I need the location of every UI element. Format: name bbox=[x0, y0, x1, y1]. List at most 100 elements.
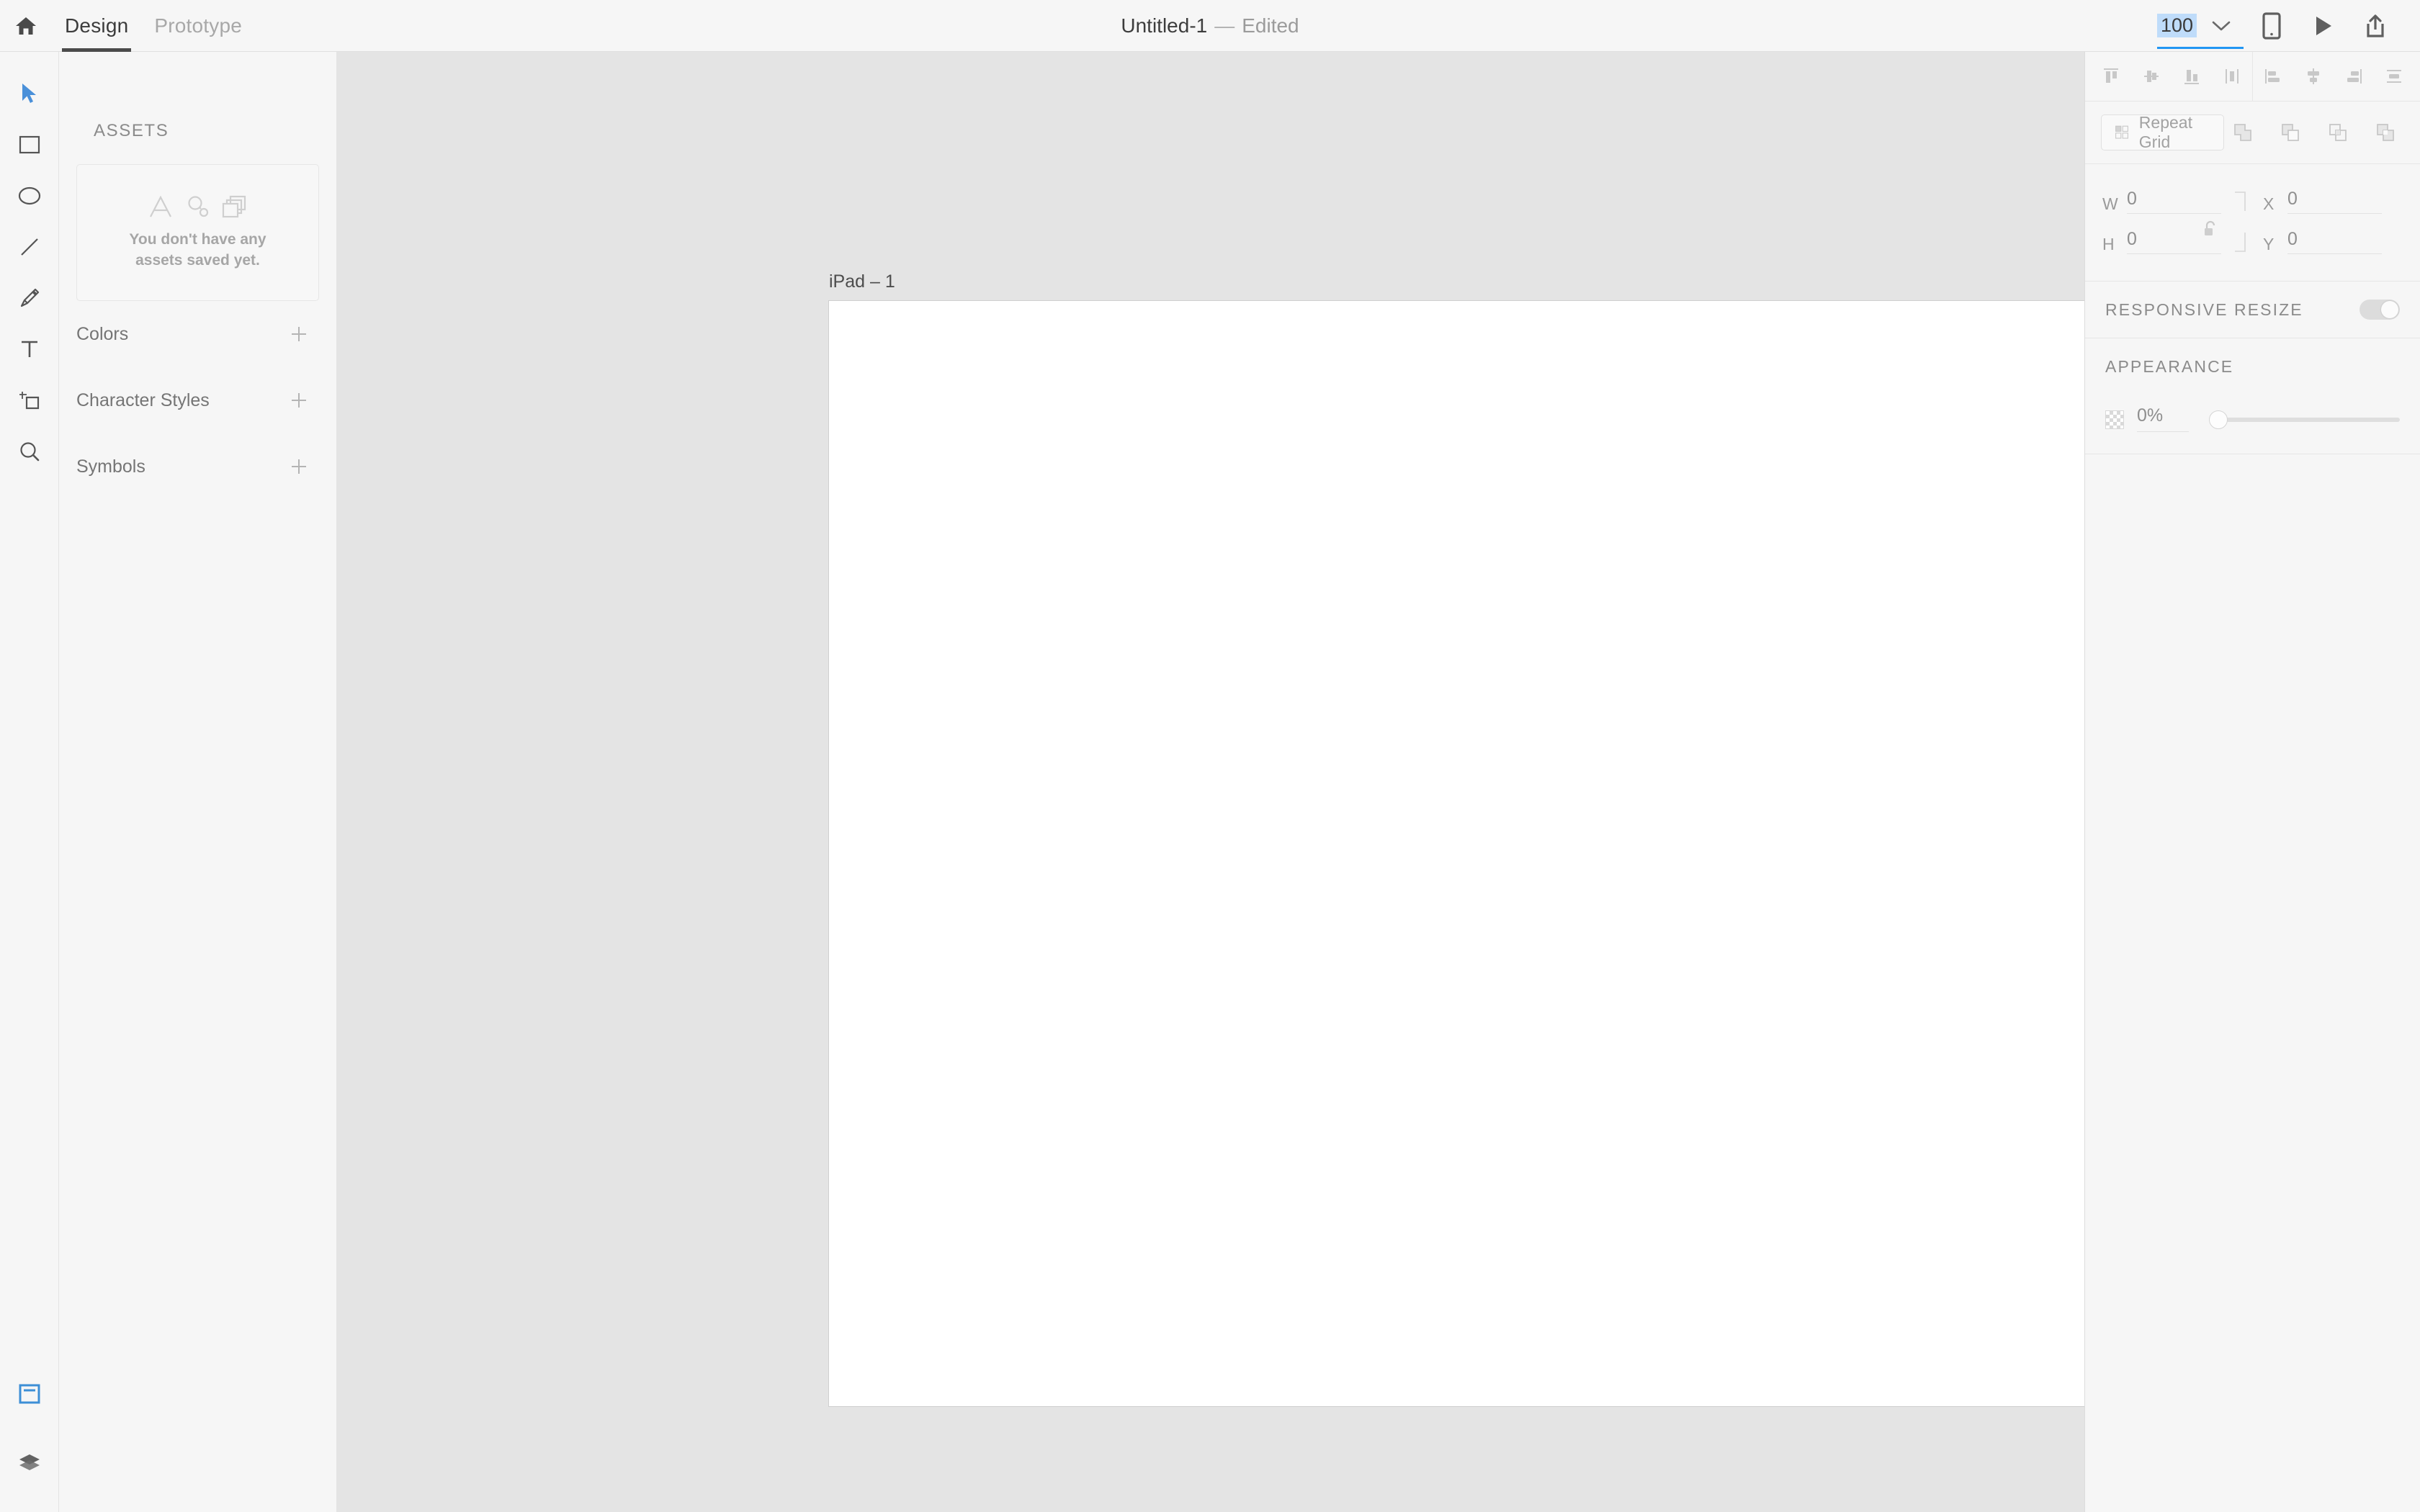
boolean-union-icon bbox=[2234, 124, 2251, 141]
add-character-style-button[interactable] bbox=[283, 384, 315, 416]
assets-empty-state: You don't have any assets saved yet. bbox=[76, 164, 319, 301]
align-left-button[interactable] bbox=[2254, 58, 2292, 95]
document-state: Edited bbox=[1242, 14, 1299, 37]
assets-section-character-styles[interactable]: Character Styles bbox=[76, 367, 319, 433]
share-icon bbox=[2367, 14, 2384, 37]
width-input[interactable]: 0 bbox=[2127, 189, 2221, 214]
appearance-section: APPEARANCE 0% bbox=[2085, 338, 2420, 454]
assets-empty-icons bbox=[147, 194, 249, 220]
layers-panel-toggle[interactable] bbox=[0, 1428, 59, 1496]
select-tool[interactable] bbox=[0, 68, 59, 119]
symbol-icon bbox=[222, 196, 246, 218]
device-preview-button[interactable] bbox=[2246, 0, 2298, 52]
boolean-exclude-button[interactable] bbox=[2367, 114, 2404, 151]
ellipse-tool[interactable] bbox=[0, 170, 59, 221]
boolean-intersect-button[interactable] bbox=[2319, 114, 2357, 151]
distribute-vertical-icon bbox=[2387, 70, 2401, 83]
assets-empty-text: You don't have any assets saved yet. bbox=[129, 230, 266, 271]
align-center-button[interactable] bbox=[2295, 58, 2332, 95]
repeat-grid-button[interactable]: Repeat Grid bbox=[2101, 113, 2224, 151]
boolean-subtract-button[interactable] bbox=[2272, 114, 2309, 151]
align-left-icon bbox=[2265, 69, 2280, 84]
align-bottom-button[interactable] bbox=[2173, 58, 2210, 95]
align-right-icon bbox=[2347, 69, 2362, 84]
add-symbol-button[interactable] bbox=[283, 451, 315, 482]
dimensions-section: W 0 X 0 H 0 Y 0 bbox=[2085, 164, 2420, 282]
mode-tabs: Design Prototype bbox=[52, 0, 255, 52]
repeat-grid-section: Repeat Grid bbox=[2085, 102, 2420, 164]
pen-tool[interactable] bbox=[0, 272, 59, 323]
aspect-ratio-lock-button[interactable] bbox=[2202, 220, 2218, 243]
opacity-slider-handle[interactable] bbox=[2209, 410, 2228, 429]
chevron-down-icon bbox=[2212, 21, 2231, 30]
add-color-button[interactable] bbox=[283, 318, 315, 350]
zoom-dropdown-button[interactable] bbox=[2197, 0, 2246, 52]
distribute-vertical-button[interactable] bbox=[2375, 58, 2413, 95]
plus-icon bbox=[292, 327, 306, 341]
home-button[interactable] bbox=[0, 0, 52, 52]
aspect-lock-top bbox=[2221, 191, 2263, 212]
artboard-label[interactable]: iPad – 1 bbox=[829, 271, 895, 292]
top-bar: Design Prototype Untitled-1 — Edited 100 bbox=[0, 0, 2420, 52]
assets-panel-title: ASSETS bbox=[94, 121, 169, 140]
zoom-input-underline bbox=[2156, 47, 2244, 50]
share-button[interactable] bbox=[2349, 0, 2401, 52]
x-input[interactable]: 0 bbox=[2287, 189, 2382, 214]
color-swatch-icon bbox=[187, 196, 208, 217]
appearance-label: APPEARANCE bbox=[2105, 357, 2234, 376]
opacity-slider-track bbox=[2209, 417, 2400, 422]
align-top-button[interactable] bbox=[2092, 58, 2130, 95]
bracket-bottom-icon bbox=[2235, 233, 2246, 252]
opacity-row: 0% bbox=[2105, 407, 2400, 432]
plus-icon bbox=[292, 393, 306, 408]
align-top-icon bbox=[2104, 68, 2118, 83]
assets-panel-toggle[interactable] bbox=[0, 1359, 59, 1428]
checkerboard-swatch-icon[interactable] bbox=[2105, 410, 2124, 429]
layers-icon bbox=[19, 1454, 40, 1470]
line-tool[interactable] bbox=[0, 221, 59, 272]
zoom-input[interactable]: 100 bbox=[2156, 13, 2197, 38]
width-field[interactable]: W 0 bbox=[2102, 189, 2221, 214]
zoom-control[interactable]: 100 bbox=[2156, 13, 2244, 50]
y-field[interactable]: Y 0 bbox=[2263, 230, 2382, 254]
canvas-area[interactable]: iPad – 1 bbox=[337, 52, 2084, 1512]
y-input[interactable]: 0 bbox=[2287, 230, 2382, 254]
distribute-horizontal-button[interactable] bbox=[2213, 58, 2251, 95]
cursor-icon bbox=[22, 83, 36, 103]
property-inspector: Repeat Grid W 0 X 0 H 0 Y 0 RESPONSIVE R… bbox=[2084, 52, 2420, 1512]
assets-section-symbols[interactable]: Symbols bbox=[76, 433, 319, 500]
artboard-ipad-1[interactable] bbox=[828, 300, 2084, 1407]
align-bottom-icon bbox=[2184, 70, 2199, 84]
boolean-add-button[interactable] bbox=[2224, 114, 2262, 151]
boolean-operations-group bbox=[2224, 114, 2404, 151]
home-icon bbox=[16, 17, 36, 35]
aspect-lock-bottom bbox=[2221, 231, 2263, 253]
align-group-horizontal bbox=[2253, 58, 2414, 95]
rectangle-tool[interactable] bbox=[0, 119, 59, 170]
zoom-tool[interactable] bbox=[0, 426, 59, 477]
responsive-resize-toggle[interactable] bbox=[2360, 300, 2400, 320]
boolean-intersect-icon bbox=[2329, 124, 2347, 141]
assets-section-character-styles-label: Character Styles bbox=[76, 390, 210, 410]
text-tool[interactable] bbox=[0, 323, 59, 374]
tab-design[interactable]: Design bbox=[52, 0, 141, 52]
assets-section-colors[interactable]: Colors bbox=[76, 301, 319, 367]
opacity-slider[interactable] bbox=[2209, 409, 2400, 431]
x-field[interactable]: X 0 bbox=[2263, 189, 2382, 214]
dimensions-fields: W 0 X 0 H 0 Y 0 bbox=[2085, 164, 2420, 281]
opacity-input[interactable]: 0% bbox=[2137, 407, 2189, 432]
align-right-button[interactable] bbox=[2335, 58, 2372, 95]
dimensions-row-bottom: H 0 Y 0 bbox=[2102, 222, 2403, 262]
tab-prototype-label: Prototype bbox=[154, 14, 243, 37]
desktop-preview-button[interactable] bbox=[2298, 0, 2349, 52]
tab-prototype[interactable]: Prototype bbox=[141, 0, 255, 52]
align-middle-button[interactable] bbox=[2133, 58, 2170, 95]
unlocked-icon bbox=[2205, 220, 2215, 235]
magnifier-icon bbox=[19, 441, 39, 461]
x-label: X bbox=[2263, 194, 2275, 213]
line-icon bbox=[20, 238, 38, 256]
align-group-vertical bbox=[2091, 52, 2253, 101]
text-icon bbox=[21, 341, 37, 357]
boolean-exclude-icon bbox=[2377, 124, 2394, 141]
artboard-tool[interactable] bbox=[0, 374, 59, 426]
